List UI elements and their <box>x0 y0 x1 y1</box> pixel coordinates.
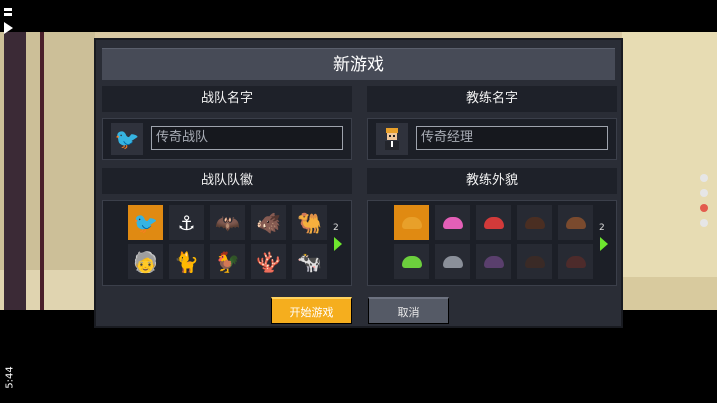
team-name-header: 战队名字 <box>102 86 352 112</box>
hairstyle-option[interactable] <box>517 205 552 240</box>
badge-option[interactable]: 🐗 <box>251 205 286 240</box>
hairstyle-option[interactable] <box>435 244 470 279</box>
badge-option[interactable]: 🧓 <box>128 244 163 279</box>
hair-green-icon <box>401 255 422 268</box>
seagull-icon: 🐦 <box>133 210 158 235</box>
old-man-icon: 🧓 <box>133 249 158 274</box>
page-dot[interactable] <box>700 174 708 182</box>
hair-purple-icon <box>483 255 504 268</box>
coach-name-panel: 传奇经理 <box>367 118 617 160</box>
hair-maroon-icon <box>565 255 586 268</box>
hairstyle-option[interactable] <box>558 205 593 240</box>
hair-black-icon <box>524 255 545 268</box>
new-game-dialog: 新游戏 战队名字 🐦 传奇战队 教练名字 传奇经理 战队队徽 🐦 ⚓ 🦇 🐗 🐫 🧓 🐈 🐓 🪸… <box>94 38 623 328</box>
boar-icon: 🐗 <box>256 210 281 235</box>
coach-appearance-grid <box>394 205 593 279</box>
appearance-page-number: 2 <box>599 223 605 233</box>
team-name-input[interactable]: 传奇战队 <box>151 126 343 150</box>
badge-option[interactable]: 🐓 <box>210 244 245 279</box>
badge-option[interactable]: 🐈 <box>169 244 204 279</box>
page-dot-active[interactable] <box>700 204 708 212</box>
badge-page-number: 2 <box>333 223 339 233</box>
status-menu-icon[interactable] <box>3 8 13 34</box>
badge-option[interactable]: 🦇 <box>210 205 245 240</box>
cat-icon: 🐈 <box>174 249 199 274</box>
hair-orange-icon <box>401 216 422 229</box>
coral-icon: 🪸 <box>256 249 281 274</box>
badge-option[interactable]: 🐦 <box>128 205 163 240</box>
hair-gray-icon <box>442 255 463 268</box>
team-badge-header: 战队队徽 <box>102 168 352 194</box>
anchor-icon: ⚓ <box>177 210 196 235</box>
badge-option[interactable]: ⚓ <box>169 205 204 240</box>
status-clock: 5:44 <box>4 366 16 389</box>
background-floor-right <box>622 277 717 310</box>
cancel-button[interactable]: 取消 <box>368 297 449 324</box>
start-game-button[interactable]: 开始游戏 <box>271 297 352 324</box>
team-badge-grid: 🐦 ⚓ 🦇 🐗 🐫 🧓 🐈 🐓 🪸 🐄 <box>128 205 327 279</box>
coach-avatar <box>376 123 408 155</box>
team-name-panel: 🐦 传奇战队 <box>102 118 352 160</box>
page-dot[interactable] <box>700 189 708 197</box>
page-dot[interactable] <box>700 219 708 227</box>
camel-icon: 🐫 <box>297 210 322 235</box>
badge-next-arrow-icon[interactable] <box>334 237 342 251</box>
badge-option[interactable]: 🐄 <box>292 244 327 279</box>
bat-icon: 🦇 <box>215 210 240 235</box>
team-avatar: 🐦 <box>111 123 143 155</box>
page-indicator <box>700 174 712 234</box>
hairstyle-option[interactable] <box>394 205 429 240</box>
background-wall-right <box>622 32 717 310</box>
coach-appearance-panel: 2 <box>367 200 617 286</box>
seagull-icon: 🐦 <box>114 127 140 151</box>
hairstyle-option[interactable] <box>517 244 552 279</box>
appearance-next-arrow-icon[interactable] <box>600 237 608 251</box>
cow-icon: 🐄 <box>297 249 322 274</box>
hair-dark-brown-icon <box>524 216 545 229</box>
hair-red-icon <box>483 216 504 229</box>
coach-name-input[interactable]: 传奇经理 <box>416 126 608 150</box>
hair-pink-icon <box>442 216 463 229</box>
team-badge-panel: 🐦 ⚓ 🦇 🐗 🐫 🧓 🐈 🐓 🪸 🐄 2 <box>102 200 352 286</box>
coach-appearance-header: 教练外貌 <box>367 168 617 194</box>
badge-option[interactable]: 🐫 <box>292 205 327 240</box>
hair-brown-icon <box>565 216 586 229</box>
coach-avatar-icon <box>385 128 399 150</box>
dialog-title: 新游戏 <box>102 48 615 80</box>
hairstyle-option[interactable] <box>394 244 429 279</box>
hairstyle-option[interactable] <box>558 244 593 279</box>
hairstyle-option[interactable] <box>476 205 511 240</box>
coach-name-header: 教练名字 <box>367 86 617 112</box>
badge-option[interactable]: 🪸 <box>251 244 286 279</box>
background-pillar <box>4 32 26 310</box>
hairstyle-option[interactable] <box>435 205 470 240</box>
background-stripe <box>40 32 44 310</box>
rooster-icon: 🐓 <box>215 249 240 274</box>
hairstyle-option[interactable] <box>476 244 511 279</box>
